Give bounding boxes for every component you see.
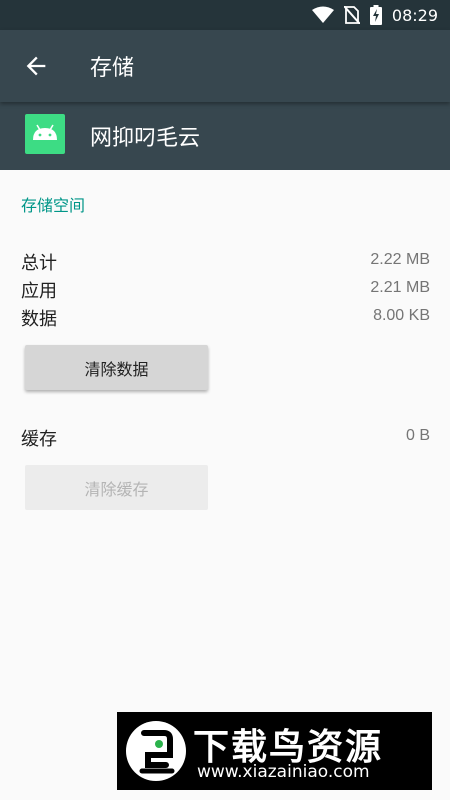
storage-row-total: 总计 2.22 MB [0,246,450,274]
status-bar: 08:29 [0,0,450,30]
back-arrow-icon[interactable] [22,52,50,80]
app-bar: 存储 [0,30,450,102]
storage-row-data: 数据 8.00 KB [0,302,450,330]
cache-value: 0 B [405,427,430,444]
cache-row: 缓存 0 B [0,422,450,450]
row-label: 应用 [21,281,57,302]
app-header: 网抑叼毛云 [0,102,450,170]
android-app-icon [25,114,65,154]
row-label: 总计 [21,253,57,274]
clear-cache-button: 清除缓存 [25,465,208,510]
page-title: 存储 [90,56,135,81]
row-value: 2.21 MB [370,279,430,296]
status-time: 08:29 [391,5,438,25]
no-sim-icon [343,6,360,24]
app-name: 网抑叼毛云 [90,126,201,151]
row-value: 2.22 MB [370,251,430,268]
watermark-logo-icon [126,721,186,781]
status-icons: 08:29 [311,0,438,30]
storage-row-app: 应用 2.21 MB [0,274,450,302]
row-label: 数据 [21,309,57,330]
watermark-url: www.xiazainiao.com [197,762,370,782]
storage-section-title: 存储空间 [21,196,86,215]
row-value: 8.00 KB [373,307,430,324]
watermark-banner: 下载鸟资源 www.xiazainiao.com [117,712,432,790]
battery-charging-icon [369,5,382,25]
cache-label: 缓存 [21,429,57,450]
wifi-icon [311,6,334,23]
clear-data-button[interactable]: 清除数据 [25,345,208,390]
